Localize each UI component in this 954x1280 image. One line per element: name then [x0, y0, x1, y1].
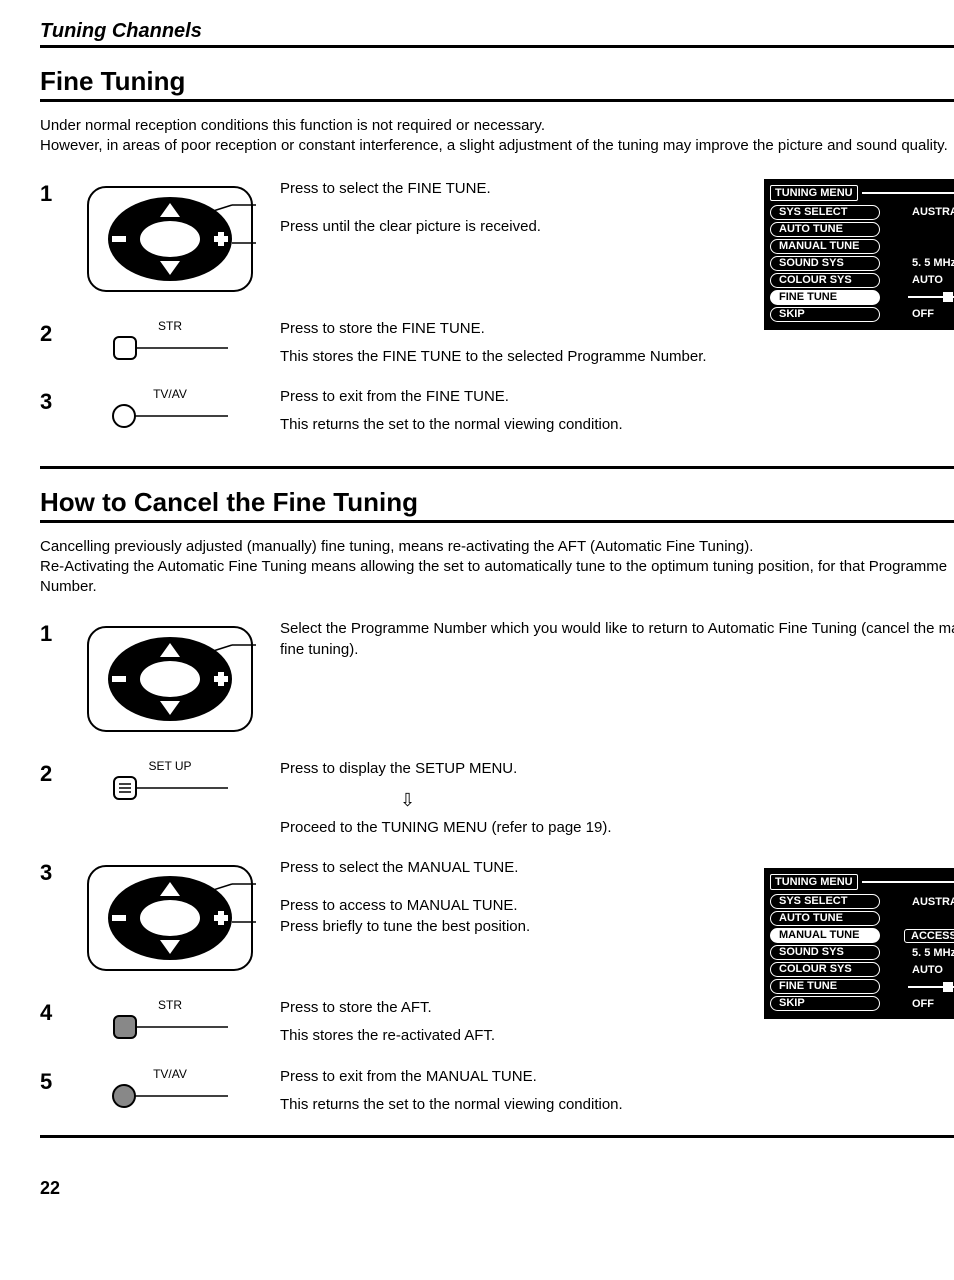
button-label: SET UP — [70, 759, 270, 773]
step-text: Press to display the SETUP MENU. — [280, 759, 954, 779]
tvav-button-icon — [110, 1083, 230, 1109]
tvav-button-icon — [110, 403, 230, 429]
dpad-icon — [80, 179, 260, 299]
step-text: Select the Programme Number which you wo… — [280, 619, 954, 660]
step-text: Press to store the AFT. — [280, 998, 954, 1018]
step-number: 5 — [40, 1067, 70, 1095]
step-number: 2 — [40, 319, 70, 347]
dpad-icon — [80, 858, 260, 978]
step-text: Press to exit from the FINE TUNE. — [280, 387, 954, 407]
osd-slider-icon — [908, 982, 954, 992]
step-text: This returns the set to the normal viewi… — [280, 1095, 954, 1115]
step-text: Press to select the FINE TUNE. — [280, 179, 954, 199]
step-text: This returns the set to the normal viewi… — [280, 415, 954, 435]
button-label: TV/AV — [70, 1067, 270, 1081]
osd-item: FINE TUNE — [770, 979, 880, 994]
step-number: 4 — [40, 998, 70, 1026]
step-text: This stores the FINE TUNE to the selecte… — [280, 347, 954, 367]
step-text: This stores the re-activated AFT. — [280, 1026, 954, 1046]
heading-fine-tuning: Fine Tuning — [40, 66, 954, 102]
step-text: Press to access to MANUAL TUNE. Press br… — [280, 896, 954, 937]
heading-cancel: How to Cancel the Fine Tuning — [40, 487, 954, 523]
step-number: 3 — [40, 387, 70, 415]
step-number: 1 — [40, 179, 70, 207]
step-number: 2 — [40, 759, 70, 787]
button-label: TV/AV — [70, 387, 270, 401]
button-label: STR — [70, 998, 270, 1012]
step-text: Proceed to the TUNING MENU (refer to pag… — [280, 818, 954, 838]
str-button-icon — [110, 335, 230, 361]
step-text: Press until the clear picture is receive… — [280, 217, 954, 237]
arrow-down-icon: ⇩ — [400, 788, 954, 812]
intro-cancel: Cancelling previously adjusted (manually… — [40, 537, 954, 598]
step-number: 3 — [40, 858, 70, 886]
step-text: Press to select the MANUAL TUNE. — [280, 858, 954, 878]
page-number: 22 — [40, 1178, 954, 1199]
str-button-icon — [110, 1014, 230, 1040]
step-number: 1 — [40, 619, 70, 647]
step-text: Press to exit from the MANUAL TUNE. — [280, 1067, 954, 1087]
setup-button-icon — [110, 775, 230, 801]
intro-fine-tuning: Under normal reception conditions this f… — [40, 116, 954, 157]
button-label: STR — [70, 319, 270, 333]
dpad-icon — [80, 619, 260, 739]
section-title: Tuning Channels — [40, 20, 954, 48]
step-text: Press to store the FINE TUNE. — [280, 319, 954, 339]
